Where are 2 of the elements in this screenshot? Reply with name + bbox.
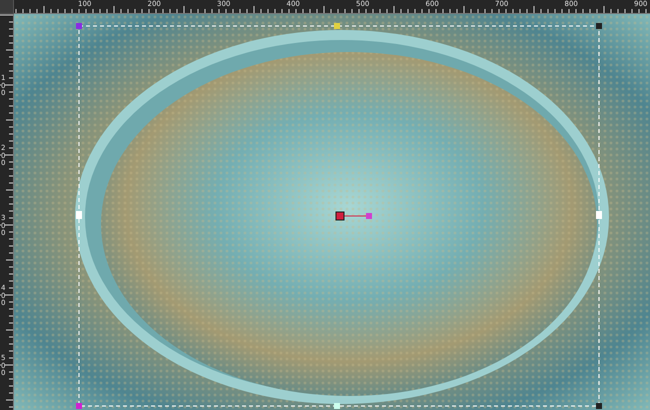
ruler-corner xyxy=(0,0,14,14)
rotation-handle-icon[interactable] xyxy=(335,211,373,221)
